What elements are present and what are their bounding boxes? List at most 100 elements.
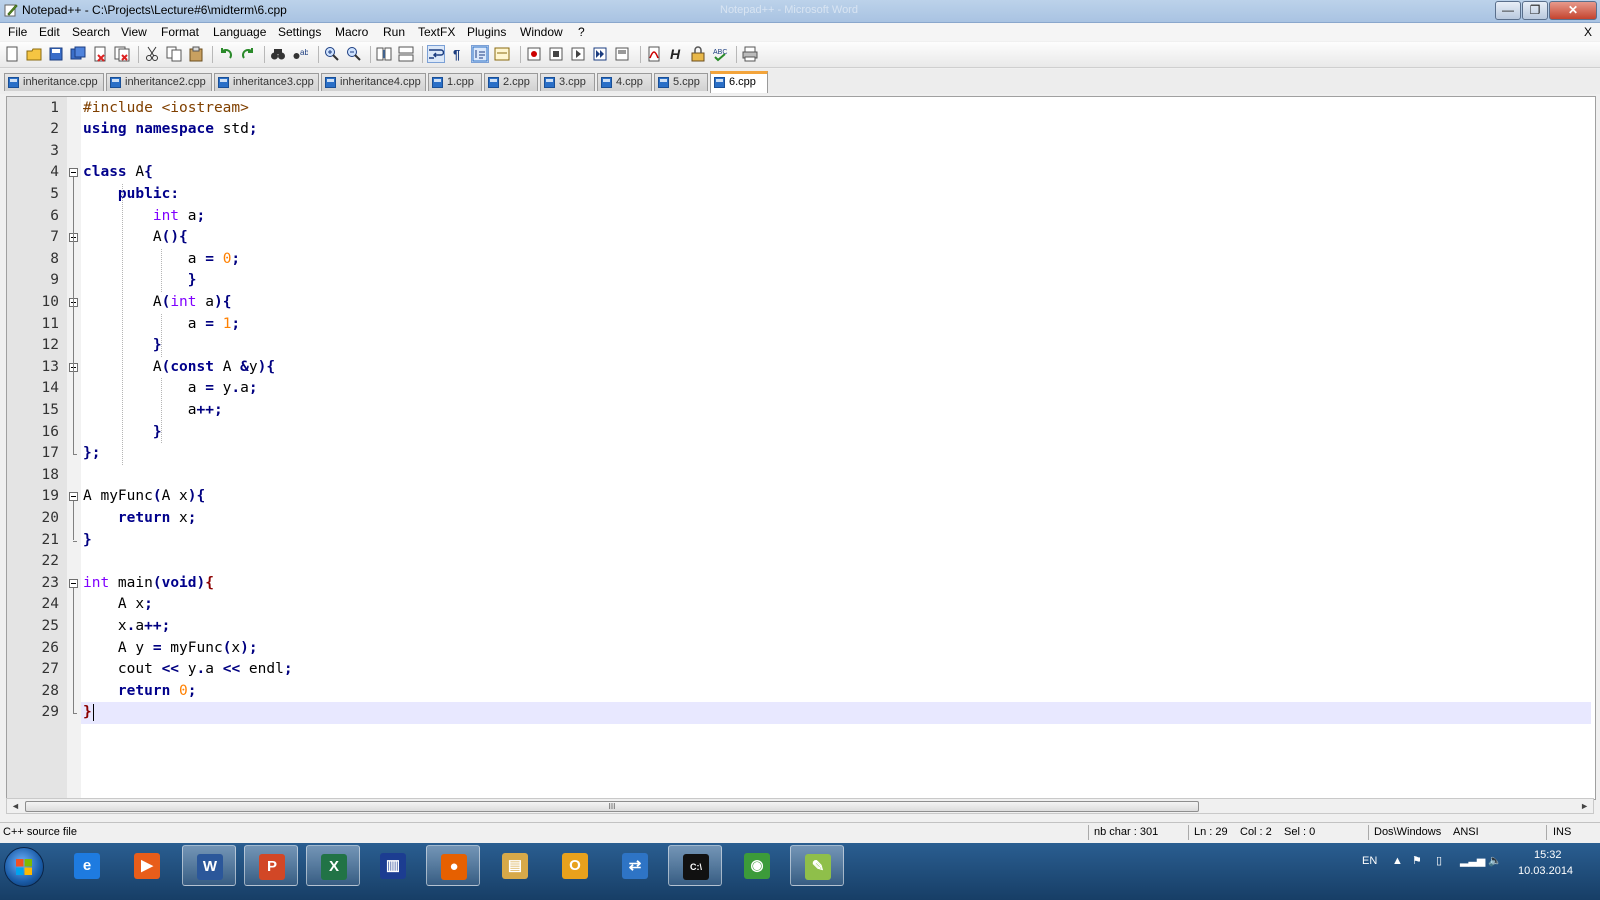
code-line[interactable]: }; [83,443,100,465]
tab-6-cpp[interactable]: 6.cpp [710,71,768,93]
menu-plugins[interactable]: Plugins [467,25,506,39]
code-line[interactable]: return x; [83,508,197,530]
sync-vertical-icon[interactable] [376,46,392,62]
scrollbar-thumb[interactable]: III [25,801,1199,812]
taskbar-outlook-button[interactable]: O [548,845,602,886]
menu-macro[interactable]: Macro [335,25,368,39]
taskbar-remote-desktop-button[interactable]: ⇄ [608,845,662,886]
code-line[interactable]: using namespace std; [83,119,258,141]
tab-inheritance2-cpp[interactable]: inheritance2.cpp [106,73,212,91]
paste-icon[interactable] [188,46,204,62]
fold-toggle-icon[interactable] [69,492,78,502]
menu-help[interactable]: ? [578,25,585,39]
maximize-button[interactable]: ❐ [1522,1,1548,20]
tab-2-cpp[interactable]: 2.cpp [484,73,538,91]
code-line[interactable]: int main(void){ [83,573,214,595]
code-line[interactable]: A y = myFunc(x); [83,638,258,660]
taskbar-chrome-button[interactable]: ◉ [730,845,784,886]
play-macro-icon[interactable] [570,46,586,62]
taskbar-file-explorer-button[interactable]: ▤ [488,845,542,886]
lock-icon[interactable] [690,46,706,62]
taskbar-internet-explorer-button[interactable]: e [60,845,114,886]
menu-run[interactable]: Run [383,25,405,39]
tab-4-cpp[interactable]: 4.cpp [597,73,652,91]
tab-inheritance3-cpp[interactable]: inheritance3.cpp [214,73,319,91]
html-tag-icon[interactable]: H [668,46,684,62]
code-line[interactable]: A myFunc(A x){ [83,486,205,508]
code-line[interactable]: } [83,530,92,552]
copy-icon[interactable] [166,46,182,62]
spellcheck-icon[interactable]: ABC [712,46,728,62]
code-line[interactable]: } [83,702,92,724]
menu-edit[interactable]: Edit [39,25,60,39]
taskbar-excel-button[interactable]: X [306,845,360,886]
open-file-icon[interactable] [26,46,42,62]
code-line[interactable]: A x; [83,594,153,616]
code-line[interactable]: a = y.a; [83,378,258,400]
code-line[interactable]: #include <iostream> [83,98,249,120]
menu-window[interactable]: Window [520,25,563,39]
fold-toggle-icon[interactable] [69,578,78,588]
user-lang-icon[interactable] [494,46,510,62]
scroll-right-arrow[interactable]: ► [1580,801,1589,811]
menu-settings[interactable]: Settings [278,25,321,39]
replace-icon[interactable]: ab [292,46,308,62]
menu-search[interactable]: Search [72,25,110,39]
clock-time[interactable]: 15:32 [1534,849,1562,861]
taskbar-powerpoint-button[interactable]: P [244,845,298,886]
undo-icon[interactable] [218,46,234,62]
save-icon[interactable] [48,46,64,62]
menu-textfx[interactable]: TextFX [418,25,455,39]
show-all-chars-icon[interactable]: ¶ [450,46,466,62]
clock-date[interactable]: 10.03.2014 [1518,865,1573,877]
tab-inheritance-cpp[interactable]: inheritance.cpp [4,73,104,91]
battery-icon[interactable]: ▯ [1436,854,1442,867]
show-hidden-icons-icon[interactable]: ▲ [1392,855,1403,867]
code-line[interactable]: return 0; [83,681,197,703]
record-macro-icon[interactable] [526,46,542,62]
stop-macro-icon[interactable] [548,46,564,62]
run-macro-multiple-icon[interactable] [592,46,608,62]
horizontal-scrollbar[interactable]: ◄ III ► [6,798,1594,814]
tab-inheritance4-cpp[interactable]: inheritance4.cpp [321,73,426,91]
save-all-icon[interactable] [70,46,86,62]
code-line[interactable]: A(int a){ [83,292,232,314]
code-line[interactable]: x.a++; [83,616,170,638]
start-button[interactable] [4,847,44,887]
taskbar-word-button[interactable]: W [182,845,236,886]
find-icon[interactable] [270,46,286,62]
taskbar-media-player-button[interactable]: ▶ [120,845,174,886]
volume-icon[interactable]: 🔈 [1488,854,1502,867]
pdf-icon[interactable] [646,46,662,62]
zoom-in-icon[interactable] [324,46,340,62]
menu-view[interactable]: View [121,25,147,39]
save-macro-icon[interactable] [614,46,630,62]
redo-icon[interactable] [240,46,256,62]
fold-toggle-icon[interactable] [69,168,78,178]
menu-format[interactable]: Format [161,25,199,39]
tab-1-cpp[interactable]: 1.cpp [428,73,482,91]
zoom-out-icon[interactable] [346,46,362,62]
code-line[interactable]: class A{ [83,162,153,184]
code-line[interactable]: public: [83,184,179,206]
taskbar-command-prompt-button[interactable]: C:\ [668,845,722,886]
taskbar-firefox-button[interactable]: ● [426,845,480,886]
close-button[interactable]: ✕ [1549,1,1597,20]
code-line[interactable]: A(const A &y){ [83,357,275,379]
tab-3-cpp[interactable]: 3.cpp [540,73,595,91]
taskbar-visual-studio-button[interactable]: ▥ [366,845,420,886]
language-indicator[interactable]: EN [1362,855,1377,867]
indent-guide-icon[interactable] [471,45,489,63]
close-document-button[interactable]: X [1584,25,1592,39]
code-line[interactable]: } [83,270,197,292]
code-line[interactable]: A(){ [83,227,188,249]
new-file-icon[interactable] [4,46,20,62]
action-center-icon[interactable]: ⚑ [1412,854,1422,867]
cut-icon[interactable] [144,46,160,62]
print-icon[interactable] [742,46,758,62]
minimize-button[interactable]: — [1495,1,1521,20]
tab-5-cpp[interactable]: 5.cpp [654,73,708,91]
menu-file[interactable]: File [8,25,27,39]
word-wrap-icon[interactable] [427,45,445,63]
sync-horizontal-icon[interactable] [398,46,414,62]
